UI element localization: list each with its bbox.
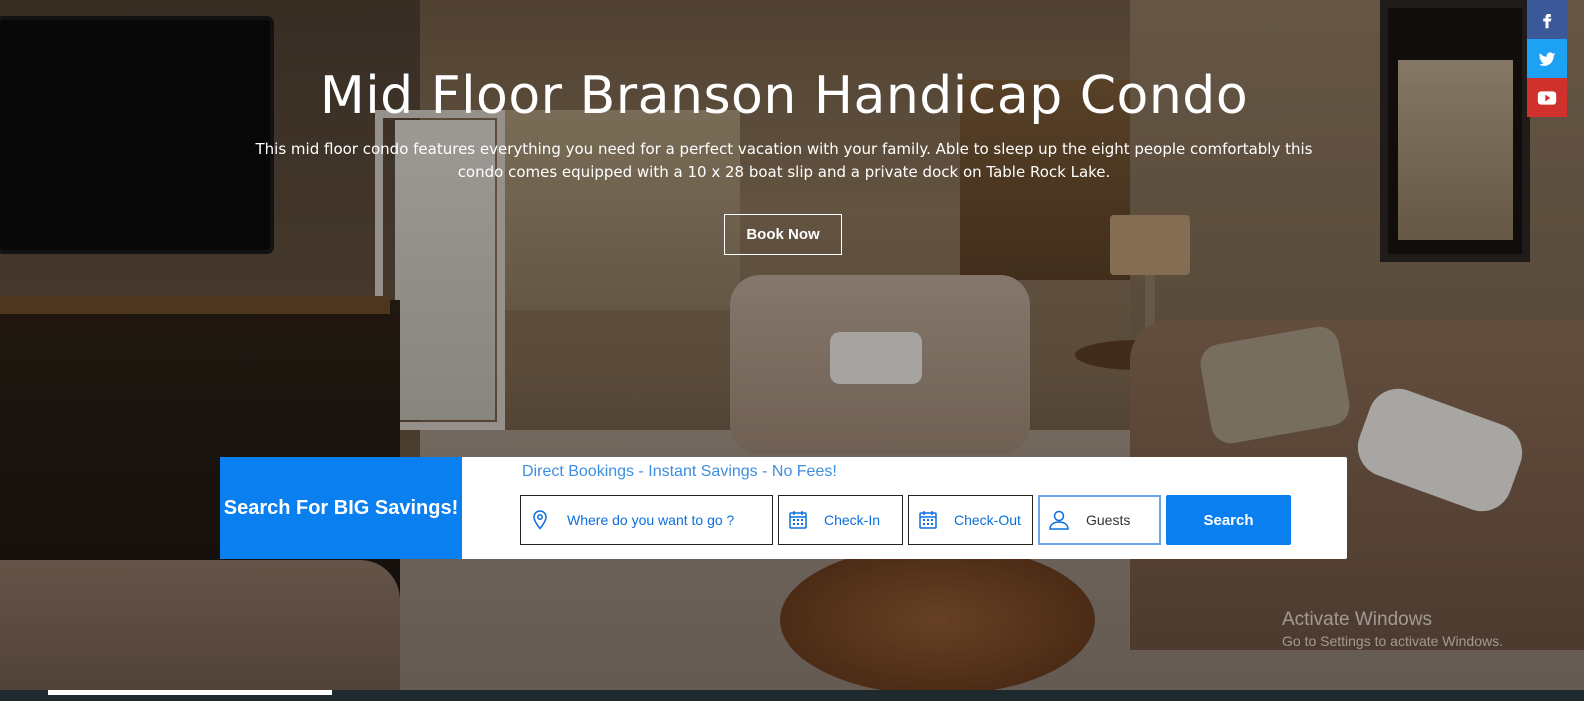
search-panel: Search For BIG Savings! Direct Bookings …	[220, 457, 1347, 559]
check-out-label: Check-Out	[954, 512, 1021, 528]
twitter-link[interactable]	[1527, 39, 1567, 78]
hero-description: This mid floor condo features everything…	[255, 140, 1313, 181]
youtube-link[interactable]	[1527, 78, 1567, 117]
guests-label: Guests	[1086, 512, 1131, 528]
check-out-field[interactable]: Check-Out	[908, 495, 1033, 545]
calendar-icon	[909, 510, 947, 530]
search-button[interactable]: Search	[1166, 495, 1291, 545]
windows-activation-watermark: Activate Windows Go to Settings to activ…	[1282, 609, 1503, 649]
calendar-icon	[779, 510, 817, 530]
destination-placeholder: Where do you want to go ?	[567, 512, 735, 528]
destination-field[interactable]: Where do you want to go ?	[520, 495, 773, 545]
social-bar	[1527, 0, 1567, 117]
facebook-link[interactable]	[1527, 0, 1567, 39]
search-tagline: Direct Bookings - Instant Savings - No F…	[522, 463, 837, 480]
check-in-label: Check-In	[824, 512, 881, 528]
activation-title: Activate Windows	[1282, 609, 1432, 630]
search-promo-label: Search For BIG Savings!	[220, 457, 462, 559]
check-in-field[interactable]: Check-In	[778, 495, 903, 545]
bottom-progress	[48, 690, 332, 695]
youtube-icon	[1537, 90, 1557, 105]
activation-subtitle: Go to Settings to activate Windows.	[1282, 633, 1503, 649]
page-title: Mid Floor Branson Handicap Condo	[319, 66, 1249, 126]
facebook-icon	[1543, 13, 1552, 28]
user-icon	[1040, 510, 1078, 530]
twitter-icon	[1538, 51, 1556, 66]
location-pin-icon	[521, 510, 559, 530]
book-now-button[interactable]: Book Now	[724, 214, 842, 255]
guests-field[interactable]: Guests	[1038, 495, 1161, 545]
